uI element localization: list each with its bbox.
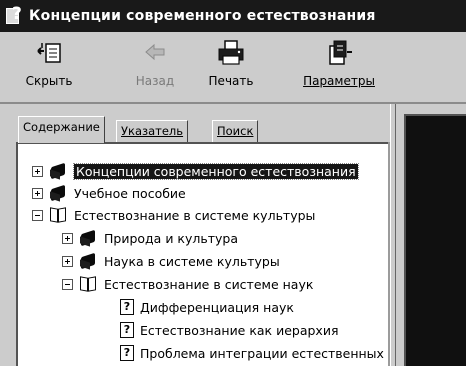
hide-button-label: Скрыть — [25, 74, 73, 88]
navigation-pane: Содержание Указатель Поиск Концепции сов… — [16, 110, 388, 366]
closed-book-icon — [79, 230, 99, 246]
back-button[interactable]: Назад — [120, 34, 190, 98]
tab-contents[interactable]: Содержание — [18, 116, 105, 143]
open-book-icon — [49, 206, 69, 224]
back-arrow-icon — [140, 38, 170, 68]
tree-item-label: Дифференциация наук — [140, 299, 294, 315]
help-window: ? Концепции современного естествознания … — [0, 0, 466, 366]
printer-icon — [216, 38, 246, 68]
tree-item-label: Проблема интеграции естественных — [140, 345, 384, 361]
closed-book-icon — [49, 185, 69, 201]
expand-toggle[interactable] — [32, 187, 43, 199]
toolbar: Скрыть Назад Печать Параметры — [0, 32, 466, 104]
open-book-icon — [79, 275, 99, 293]
hide-pane-icon — [34, 38, 64, 68]
options-button[interactable]: Параметры — [296, 34, 382, 98]
topic-page-icon: ? — [120, 299, 134, 315]
tree-item[interactable]: Наука в системе культуры — [62, 250, 280, 272]
expand-toggle[interactable] — [62, 232, 73, 244]
tab-index[interactable]: Указатель — [116, 120, 189, 142]
title-bar[interactable]: ? Концепции современного естествознания — [0, 0, 466, 32]
tree-item[interactable]: ? Дифференциация наук — [120, 296, 294, 318]
closed-book-icon — [79, 253, 99, 269]
expand-toggle[interactable] — [62, 255, 73, 267]
tree-item[interactable]: ? Естествознание как иерархия — [120, 319, 338, 341]
topic-content[interactable] — [404, 114, 466, 366]
tree-item-label: Концепции современного естествознания — [73, 162, 359, 180]
tree-item[interactable]: Естествознание в системе наук — [62, 273, 313, 295]
hide-button[interactable]: Скрыть — [14, 34, 84, 98]
tree-item-label: Природа и культура — [104, 230, 238, 246]
topic-page-icon: ? — [120, 345, 134, 361]
collapse-toggle[interactable] — [32, 209, 43, 221]
tree-item-label: Естествознание как иерархия — [140, 322, 339, 338]
options-button-label: Параметры — [303, 74, 375, 88]
back-button-label: Назад — [135, 74, 175, 88]
closed-book-icon — [49, 163, 69, 179]
nav-tabs: Содержание Указатель Поиск — [16, 116, 388, 143]
contents-tree[interactable]: Концепции современного естествознания Уч… — [16, 142, 388, 366]
tree-item-label: Естествознание в системе культуры — [74, 207, 316, 223]
tab-contents-label: Содержание — [23, 120, 100, 134]
tree-item[interactable]: Естествознание в системе культуры — [32, 204, 315, 226]
tree-item[interactable]: Учебное пособие — [32, 182, 186, 204]
print-button-label: Печать — [208, 74, 254, 88]
topic-page-icon: ? — [120, 322, 134, 338]
tab-search-label: Поиск — [217, 124, 254, 138]
window-title: Концепции современного естествознания — [29, 8, 376, 24]
help-book-icon: ? — [6, 4, 24, 26]
tree-item-label: Учебное пособие — [74, 185, 186, 201]
collapse-toggle[interactable] — [62, 278, 73, 290]
tree-item[interactable]: ? Проблема интеграции естественных — [120, 342, 384, 364]
expand-toggle[interactable] — [32, 165, 43, 177]
tree-item-label: Естествознание в системе наук — [104, 276, 314, 292]
tree-item[interactable]: Природа и культура — [62, 227, 238, 249]
tab-search[interactable]: Поиск — [212, 120, 259, 142]
tree-item-label: Наука в системе культуры — [104, 253, 280, 269]
tree-item[interactable]: Концепции современного естествознания — [32, 160, 359, 182]
print-button[interactable]: Печать — [196, 34, 266, 98]
options-icon — [324, 38, 354, 68]
topic-pane — [396, 104, 466, 366]
tab-index-label: Указатель — [121, 124, 184, 138]
